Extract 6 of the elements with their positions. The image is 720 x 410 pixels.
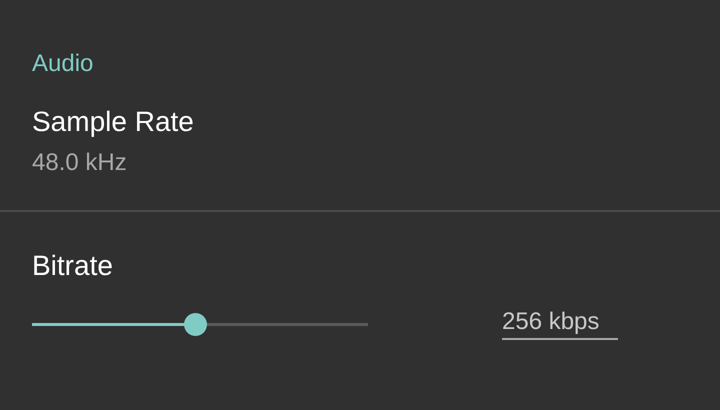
input-field[interactable]: 256 kbps — [502, 308, 618, 340]
bitrate-slider[interactable] — [32, 312, 368, 336]
setting-label: Bitrate — [32, 249, 113, 283]
section-title: Audio — [32, 49, 94, 79]
sample-rate-setting[interactable]: Sample Rate 48.0 kHz — [0, 80, 720, 210]
slider-thumb[interactable] — [184, 312, 207, 336]
